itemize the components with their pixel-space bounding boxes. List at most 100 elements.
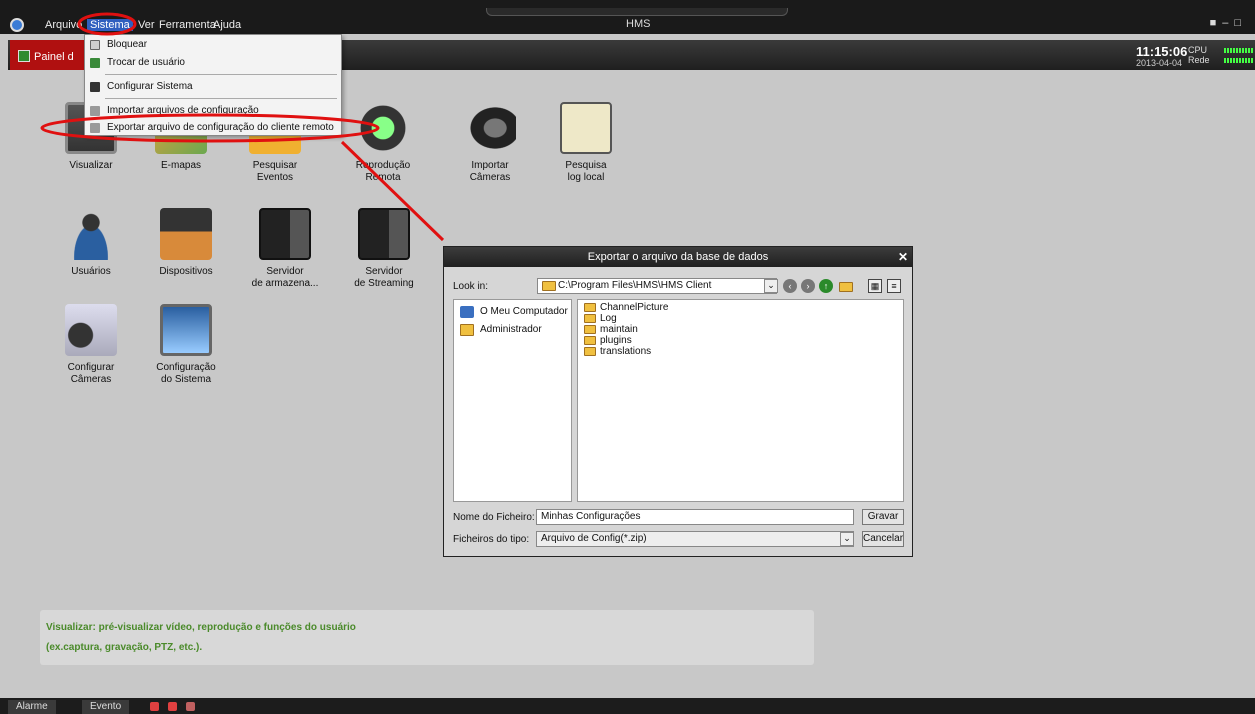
tile-label: Visualizar <box>69 160 113 171</box>
folder-icon <box>460 324 474 336</box>
tile-importar-cameras[interactable]: Importar Câmeras <box>445 102 535 184</box>
tile-configuracao-sistema[interactable]: Configuração do Sistema <box>141 304 231 386</box>
look-in-label: Look in: <box>453 281 489 292</box>
menu-ver[interactable]: Ver <box>135 19 158 31</box>
menu-item-bloquear[interactable]: Bloquear <box>85 37 341 53</box>
folder-icon <box>584 303 596 312</box>
alert-icon[interactable] <box>168 702 177 711</box>
file-item[interactable]: translations <box>584 347 651 357</box>
file-item[interactable]: maintain <box>584 325 638 335</box>
menu-ajuda[interactable]: Ajuda <box>210 19 244 31</box>
tab-painel[interactable]: Painel d <box>10 40 90 70</box>
file-label: maintain <box>600 324 638 335</box>
tile-configurar-cameras[interactable]: Configurar Câmeras <box>46 304 136 386</box>
look-in-path: C:\Program Files\HMS\HMS Client <box>558 280 712 291</box>
camera-icon <box>464 102 516 154</box>
menu-item-label: Trocar de usuário <box>107 57 185 68</box>
app-logo-icon[interactable] <box>10 18 24 32</box>
menu-sistema[interactable]: Sistema <box>87 19 133 31</box>
tile-label: Configurar <box>67 362 115 373</box>
menu-item-label: Exportar arquivo de configuração do clie… <box>107 122 334 133</box>
export-database-dialog: Exportar o arquivo da base de dados ✕ Lo… <box>443 246 913 557</box>
folder-icon <box>584 336 596 345</box>
lock-icon <box>90 40 100 50</box>
clock-date: 2013-04-04 <box>1136 58 1183 68</box>
tile-label-2: de armazena... <box>251 278 319 289</box>
camera-alert-icon[interactable] <box>186 702 195 711</box>
places-panel: O Meu Computador Administrador <box>453 299 572 502</box>
tile-label: Usuários <box>71 266 111 277</box>
place-my-computer[interactable]: O Meu Computador <box>460 306 568 318</box>
tile-label: Configuração <box>156 362 216 373</box>
import-icon <box>90 106 100 116</box>
file-label: ChannelPicture <box>600 302 669 313</box>
tile-label-2: Câmeras <box>469 172 511 183</box>
tile-label-2: do Sistema <box>160 374 212 385</box>
up-folder-icon[interactable]: ↑ <box>819 279 833 293</box>
tile-servidor-armazenamento[interactable]: Servidor de armazena... <box>240 208 330 290</box>
cancel-button[interactable]: Cancelar <box>862 531 904 547</box>
switch-user-icon <box>90 58 100 68</box>
filetype-label: Ficheiros do tipo: <box>453 534 530 545</box>
file-list: ChannelPicture Log maintain plugins tran… <box>577 299 904 502</box>
menu-item-trocar-usuario[interactable]: Trocar de usuário <box>85 55 341 71</box>
alarm-tab[interactable]: Alarme <box>8 700 56 714</box>
menu-item-importar-configuracao[interactable]: Importar arquivos de configuração <box>85 103 341 119</box>
list-view-icon[interactable]: ▦ <box>868 279 882 293</box>
device-icon <box>160 208 212 260</box>
menu-arquivo[interactable]: Arquivo <box>42 19 85 31</box>
filetype-select[interactable]: Arquivo de Config(*.zip) <box>536 531 854 547</box>
network-meter <box>1224 58 1254 63</box>
event-tab[interactable]: Evento <box>82 700 130 714</box>
window-controls[interactable]: ■–□ <box>1210 17 1247 29</box>
tab-strip <box>486 8 788 16</box>
file-label: Log <box>600 313 617 324</box>
filename-label: Nome do Ficheiro: <box>453 512 535 523</box>
chevron-down-icon[interactable]: ⌄ <box>840 532 854 546</box>
save-button[interactable]: Gravar <box>862 509 904 525</box>
tile-label: Servidor <box>266 266 304 277</box>
streaming-server-icon <box>358 208 410 260</box>
filename-input[interactable]: Minhas Configurações <box>536 509 854 525</box>
menu-item-label: Bloquear <box>107 39 148 50</box>
menu-item-configurar-sistema[interactable]: Configurar Sistema <box>85 79 341 95</box>
alarm-icon[interactable] <box>150 702 159 711</box>
description-line-1: Visualizar: pré-visualizar vídeo, reprod… <box>46 622 356 633</box>
app-title: HMS <box>626 18 651 30</box>
detail-view-icon[interactable]: ≡ <box>887 279 901 293</box>
file-label: plugins <box>600 335 632 346</box>
file-item[interactable]: ChannelPicture <box>584 303 668 313</box>
tile-servidor-streaming[interactable]: Servidor de Streaming <box>339 208 429 290</box>
new-folder-icon[interactable] <box>839 282 853 292</box>
description-line-2: (ex.captura, gravação, PTZ, etc.). <box>46 642 203 653</box>
close-icon[interactable]: ✕ <box>898 250 908 264</box>
file-item[interactable]: Log <box>584 314 617 324</box>
playback-icon <box>357 102 409 154</box>
file-label: translations <box>600 346 652 357</box>
tile-reproducao-remota[interactable]: Reprodução Remota <box>338 102 428 184</box>
file-item[interactable]: plugins <box>584 336 632 346</box>
menu-divider <box>105 98 337 99</box>
tile-label: Pesquisa <box>565 160 607 171</box>
tile-usuarios[interactable]: Usuários <box>46 208 136 278</box>
tile-dispositivos[interactable]: Dispositivos <box>141 208 231 278</box>
tile-label-2: Câmeras <box>70 374 112 385</box>
place-administrador[interactable]: Administrador <box>460 324 542 336</box>
description-box: Visualizar: pré-visualizar vídeo, reprod… <box>40 610 814 665</box>
forward-icon[interactable]: › <box>801 279 815 293</box>
chevron-down-icon[interactable]: ⌄ <box>764 279 778 293</box>
tile-label-2: Remota <box>365 172 401 183</box>
look-in-combo[interactable]: C:\Program Files\HMS\HMS Client <box>537 278 777 294</box>
system-config-icon <box>160 304 212 356</box>
dialog-title: Exportar o arquivo da base de dados <box>444 247 912 267</box>
menu-divider <box>105 74 337 75</box>
cpu-meter <box>1224 48 1254 53</box>
menu-item-exportar-configuracao[interactable]: Exportar arquivo de configuração do clie… <box>85 120 341 136</box>
cpu-label: CPU <box>1188 45 1208 55</box>
back-icon[interactable]: ‹ <box>783 279 797 293</box>
settings-icon <box>90 82 100 92</box>
tile-label: Reprodução <box>355 160 411 171</box>
place-label: Administrador <box>480 324 542 335</box>
tile-pesquisa-log-local[interactable]: Pesquisa log local <box>541 102 631 184</box>
folder-icon <box>542 281 556 291</box>
